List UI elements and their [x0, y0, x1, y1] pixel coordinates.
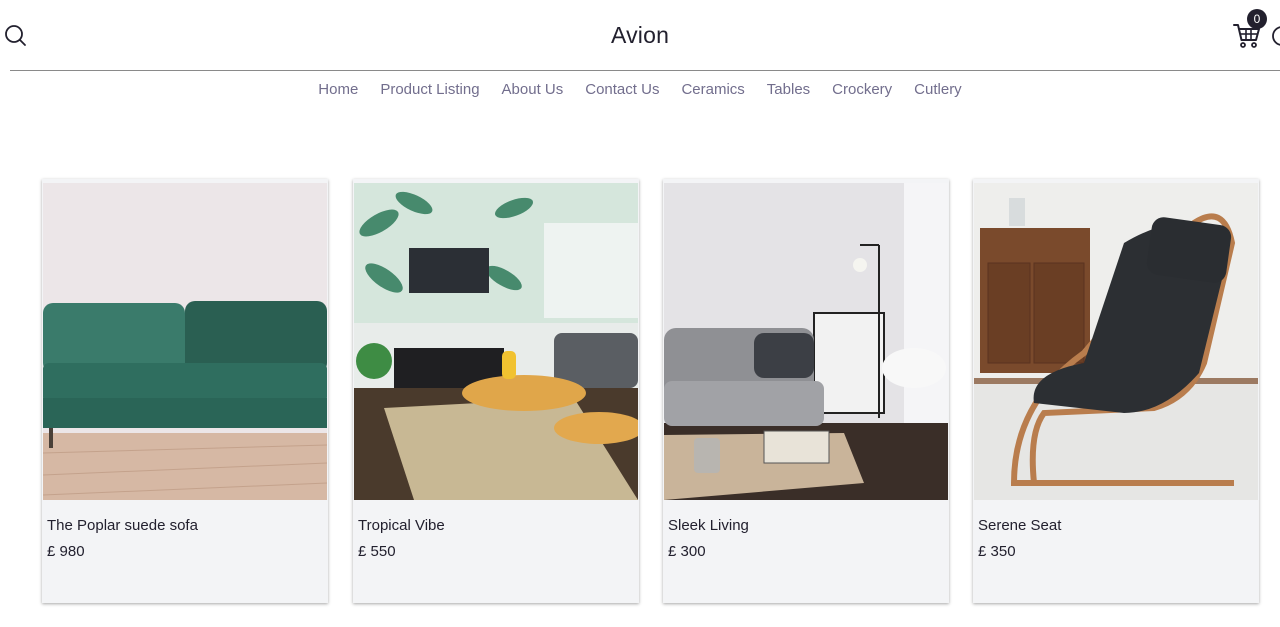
nav-crockery[interactable]: Crockery	[821, 80, 903, 102]
header-divider	[10, 70, 1280, 71]
main-nav: Home Product Listing About Us Contact Us…	[0, 80, 1280, 102]
product-image[interactable]	[43, 183, 327, 500]
product-image[interactable]	[664, 183, 948, 500]
product-price: £ 350	[978, 543, 1016, 560]
product-price: £ 980	[47, 543, 85, 560]
product-name[interactable]: Serene Seat	[978, 517, 1061, 534]
product-card[interactable]: Sleek Living £ 300	[663, 179, 949, 603]
product-card[interactable]: Tropical Vibe £ 550	[353, 179, 639, 603]
user-icon[interactable]	[1271, 23, 1280, 49]
product-name[interactable]: Tropical Vibe	[358, 517, 445, 534]
nav-about-us[interactable]: About Us	[491, 80, 575, 102]
product-card[interactable]: The Poplar suede sofa £ 980	[42, 179, 328, 603]
product-card[interactable]: Serene Seat £ 350	[973, 179, 1259, 603]
nav-contact-us[interactable]: Contact Us	[574, 80, 670, 102]
nav-ceramics[interactable]: Ceramics	[670, 80, 755, 102]
product-price: £ 300	[668, 543, 706, 560]
site-header: Avion 0	[0, 0, 1280, 71]
nav-home[interactable]: Home	[307, 80, 369, 102]
brand-logo[interactable]: Avion	[0, 22, 1280, 49]
product-price: £ 550	[358, 543, 396, 560]
product-image[interactable]	[974, 183, 1258, 500]
product-image[interactable]	[354, 183, 638, 500]
product-name[interactable]: Sleek Living	[668, 517, 749, 534]
nav-cutlery[interactable]: Cutlery	[903, 80, 973, 102]
product-name[interactable]: The Poplar suede sofa	[47, 517, 198, 534]
cart-count-badge: 0	[1247, 9, 1267, 29]
nav-tables[interactable]: Tables	[756, 80, 821, 102]
nav-product-listing[interactable]: Product Listing	[369, 80, 490, 102]
